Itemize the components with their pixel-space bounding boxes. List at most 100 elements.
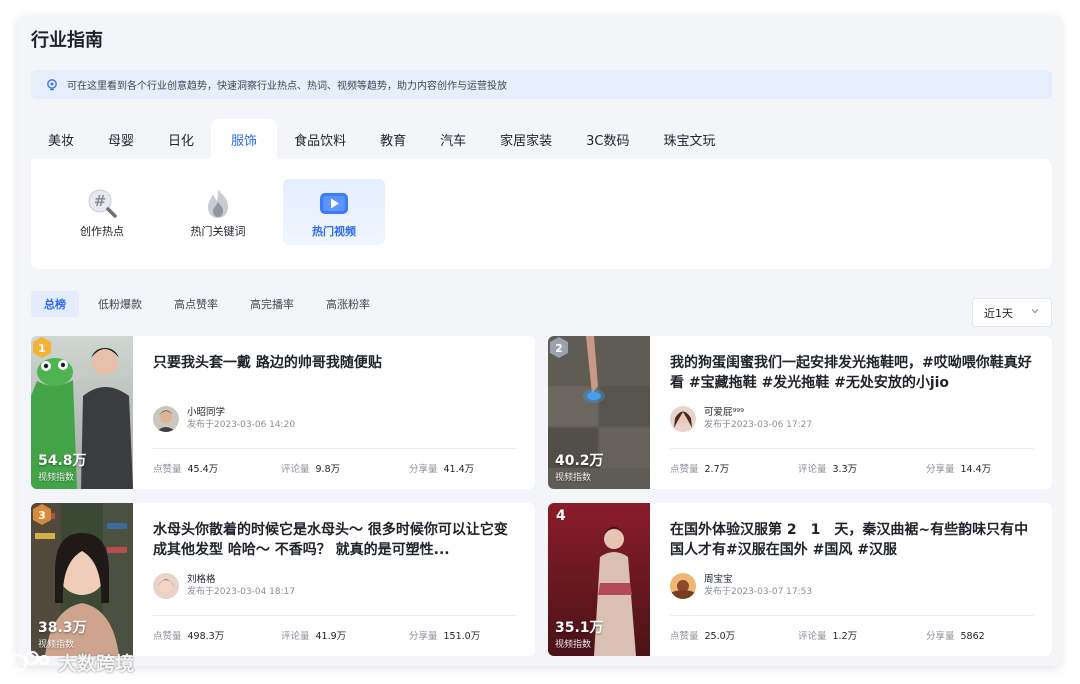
comments-value: 1.2万	[832, 631, 858, 642]
author-name: 周宝宝	[704, 574, 733, 585]
shares-label: 分享量	[409, 464, 438, 475]
author-info[interactable]: 可爱屁⁹⁹⁹ 发布于2023-03-06 17:27	[670, 406, 812, 432]
tab-food-beverage[interactable]: 食品饮料	[277, 119, 363, 159]
video-title[interactable]: 只要我头套一戴 路边的帅哥我随便贴	[153, 353, 521, 373]
divider	[153, 615, 517, 616]
brand-logo-icon	[8, 650, 50, 673]
video-play-icon	[317, 186, 351, 220]
video-title[interactable]: 我的狗蛋闺蜜我们一起安排发光拖鞋吧，#哎呦喂你鞋真好看 #宝藏拖鞋 #发光拖鞋 …	[670, 353, 1038, 393]
comments-label: 评论量	[798, 631, 827, 642]
sub-nav-creative-hotspot[interactable]: # 创作热点	[51, 179, 153, 245]
avatar[interactable]	[153, 406, 179, 432]
tab-overall[interactable]: 总榜	[31, 291, 79, 317]
author-name: 小昭同学	[187, 407, 226, 418]
comments-value: 41.9万	[315, 631, 347, 642]
likes-value: 25.0万	[704, 631, 736, 642]
shares-value: 5862	[960, 631, 985, 642]
video-index-label: 视频指数	[555, 473, 592, 483]
video-thumbnail[interactable]: 2 40.2万 视频指数	[548, 336, 650, 489]
comments-value: 3.3万	[832, 464, 858, 475]
comments-label: 评论量	[281, 631, 310, 642]
comments-value: 9.8万	[315, 464, 341, 475]
avatar[interactable]	[670, 406, 696, 432]
tip-banner: 可在这里看到各个行业创意趋势，快速洞察行业热点、热词、视频等趋势，助力内容创作与…	[31, 70, 1052, 99]
tab-maternal-baby[interactable]: 母婴	[91, 119, 151, 159]
divider	[670, 448, 1034, 449]
tab-3c-digital[interactable]: 3C数码	[569, 119, 646, 159]
chevron-down-icon	[1030, 306, 1040, 319]
industry-guide-panel: 行业指南 可在这里看到各个行业创意趋势，快速洞察行业热点、热词、视频等趋势，助力…	[18, 16, 1061, 666]
sub-nav-label: 热门关键词	[190, 225, 246, 238]
hashtag-search-icon: #	[85, 186, 119, 220]
divider	[670, 615, 1034, 616]
video-thumbnail[interactable]: 3 38.3万 视频指数	[31, 503, 133, 656]
svg-text:3: 3	[38, 509, 46, 522]
tab-high-like-rate[interactable]: 高点赞率	[161, 291, 231, 317]
tab-auto[interactable]: 汽车	[423, 119, 483, 159]
video-index-value: 40.2万	[555, 453, 604, 469]
video-card[interactable]: 3 38.3万 视频指数 水母头你散着的时候它是水母头～ 很多时候你可以让它变成…	[31, 503, 535, 656]
sub-nav-hot-videos[interactable]: 热门视频	[283, 179, 385, 245]
tab-beauty[interactable]: 美妆	[31, 119, 91, 159]
video-thumbnail[interactable]: 4 35.1万 视频指数	[548, 503, 650, 656]
rank-number: 4	[556, 508, 566, 524]
comments-label: 评论量	[281, 464, 310, 475]
video-title[interactable]: 在国外体验汉服第 2 1 天，秦汉曲裾~有些韵味只有中国人才有#汉服在国外 #国…	[670, 520, 1038, 560]
likes-label: 点赞量	[670, 631, 699, 642]
video-index-value: 54.8万	[38, 453, 87, 469]
svg-text:1: 1	[38, 342, 46, 355]
avatar[interactable]	[153, 573, 179, 599]
likes-value: 2.7万	[704, 464, 730, 475]
author-name: 可爱屁⁹⁹⁹	[704, 407, 744, 418]
author-info[interactable]: 小昭同学 发布于2023-03-06 14:20	[153, 406, 295, 432]
tab-daily-chemical[interactable]: 日化	[151, 119, 211, 159]
tab-high-follower-growth[interactable]: 高涨粉率	[313, 291, 383, 317]
publish-time: 发布于2023-03-06 14:20	[187, 420, 296, 430]
svg-text:#: #	[94, 192, 107, 210]
tab-low-fan-hits[interactable]: 低粉爆款	[85, 291, 155, 317]
video-index-value: 35.1万	[555, 620, 604, 636]
time-range-select[interactable]: 近1天	[972, 298, 1052, 327]
category-tabs: 美妆 母婴 日化 服饰 食品饮料 教育 汽车 家居家装 3C数码 珠宝文玩	[31, 119, 733, 159]
watermark-text: 大数跨境	[58, 652, 135, 675]
likes-value: 45.4万	[187, 464, 219, 475]
author-info[interactable]: 刘格格 发布于2023-03-04 18:17	[153, 573, 295, 599]
lightbulb-icon	[45, 78, 59, 92]
shares-value: 41.4万	[443, 464, 475, 475]
video-index-label: 视频指数	[38, 473, 75, 483]
sub-nav-label: 热门视频	[312, 225, 356, 238]
tab-education[interactable]: 教育	[363, 119, 423, 159]
likes-value: 498.3万	[187, 631, 225, 642]
likes-label: 点赞量	[670, 464, 699, 475]
likes-label: 点赞量	[153, 464, 182, 475]
tab-high-completion-rate[interactable]: 高完播率	[237, 291, 307, 317]
sub-nav-hot-keywords[interactable]: 热门关键词	[167, 179, 269, 245]
tab-apparel[interactable]: 服饰	[211, 119, 278, 159]
comments-label: 评论量	[798, 464, 827, 475]
svg-text:2: 2	[555, 342, 563, 355]
publish-time: 发布于2023-03-04 18:17	[187, 587, 296, 597]
author-info[interactable]: 周宝宝 发布于2023-03-07 17:53	[670, 573, 812, 599]
rank-badge-gold: 1	[33, 337, 51, 358]
video-title[interactable]: 水母头你散着的时候它是水母头～ 很多时候你可以让它变成其他发型 哈哈～ 不香吗？…	[153, 520, 521, 560]
video-card[interactable]: 2 40.2万 视频指数 我的狗蛋闺蜜我们一起安排发光拖鞋吧，#哎呦喂你鞋真好看…	[548, 336, 1052, 489]
rank-badge-silver: 2	[550, 337, 568, 358]
sub-nav-card: # 创作热点 热门关键词 热门视频	[31, 159, 1052, 269]
shares-label: 分享量	[926, 464, 955, 475]
avatar[interactable]	[670, 573, 696, 599]
page-title: 行业指南	[31, 30, 103, 51]
rank-badge-bronze: 3	[33, 504, 51, 525]
divider	[153, 448, 517, 449]
tab-jewelry-collectibles[interactable]: 珠宝文玩	[646, 119, 732, 159]
video-thumbnail[interactable]: 1 54.8万 视频指数	[31, 336, 133, 489]
shares-value: 14.4万	[960, 464, 992, 475]
video-card[interactable]: 1 54.8万 视频指数 只要我头套一戴 路边的帅哥我随便贴 小昭同学 发布于2…	[31, 336, 535, 489]
tab-home-furnishing[interactable]: 家居家装	[483, 119, 569, 159]
publish-time: 发布于2023-03-07 17:53	[704, 587, 813, 597]
sub-nav-label: 创作热点	[80, 225, 124, 238]
time-range-value: 近1天	[984, 306, 1013, 320]
flame-icon	[201, 186, 235, 220]
video-card[interactable]: 4 35.1万 视频指数 在国外体验汉服第 2 1 天，秦汉曲裾~有些韵味只有中…	[548, 503, 1052, 656]
shares-label: 分享量	[926, 631, 955, 642]
video-index-value: 38.3万	[38, 620, 87, 636]
